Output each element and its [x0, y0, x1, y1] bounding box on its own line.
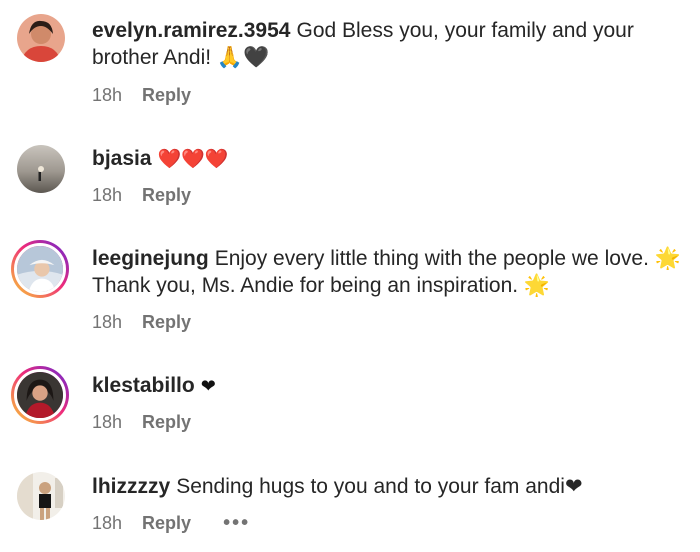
avatar	[14, 369, 66, 421]
comment-body: ❤	[200, 376, 216, 397]
avatar-story-ring[interactable]	[11, 240, 69, 298]
reply-button[interactable]: Reply	[142, 412, 191, 433]
comment-text-block: leeginejung Enjoy every little thing with…	[92, 245, 682, 299]
avatar-image	[17, 472, 65, 520]
comment-username[interactable]: evelyn.ramirez.3954	[92, 19, 290, 42]
comment-body: ❤️❤️❤️	[157, 148, 229, 170]
avatar-image	[17, 145, 65, 193]
avatar[interactable]	[17, 145, 65, 193]
avatar-image	[17, 14, 65, 62]
comment-meta: 18h Reply	[92, 312, 191, 333]
reply-button[interactable]: Reply	[142, 185, 191, 206]
comment-body: Sending hugs to you and to your fam andi…	[176, 475, 583, 498]
comment-timestamp[interactable]: 18h	[92, 312, 122, 333]
comment-timestamp[interactable]: 18h	[92, 85, 122, 106]
comment-text-block: evelyn.ramirez.3954 God Bless you, your f…	[92, 17, 682, 71]
comment-username[interactable]: bjasia	[92, 147, 152, 170]
avatar-image	[17, 372, 63, 418]
avatar-story-ring[interactable]	[11, 366, 69, 424]
comment-text-block: bjasia ❤️❤️❤️	[92, 145, 682, 173]
comment-timestamp[interactable]: 18h	[92, 412, 122, 433]
comment-meta: 18h Reply	[92, 85, 191, 106]
comment-meta: 18h Reply •••	[92, 512, 250, 535]
comment-username[interactable]: leeginejung	[92, 247, 209, 270]
avatar[interactable]	[17, 472, 65, 520]
comment-text-block: lhizzzzy Sending hugs to you and to your …	[92, 473, 682, 500]
ellipsis-icon[interactable]: •••	[223, 512, 250, 535]
comment-meta: 18h Reply	[92, 412, 191, 433]
comment-meta: 18h Reply	[92, 185, 191, 206]
comment-username[interactable]: lhizzzzy	[92, 475, 170, 498]
avatar	[14, 243, 66, 295]
reply-button[interactable]: Reply	[142, 513, 191, 534]
avatar-image	[17, 246, 63, 292]
comment-timestamp[interactable]: 18h	[92, 185, 122, 206]
reply-button[interactable]: Reply	[142, 85, 191, 106]
comment-timestamp[interactable]: 18h	[92, 513, 122, 534]
avatar[interactable]	[17, 14, 65, 62]
reply-button[interactable]: Reply	[142, 312, 191, 333]
comment-list: evelyn.ramirez.3954 God Bless you, your f…	[0, 0, 700, 552]
comment-text-block: klestabillo ❤	[92, 372, 682, 400]
comment-username[interactable]: klestabillo	[92, 374, 195, 397]
